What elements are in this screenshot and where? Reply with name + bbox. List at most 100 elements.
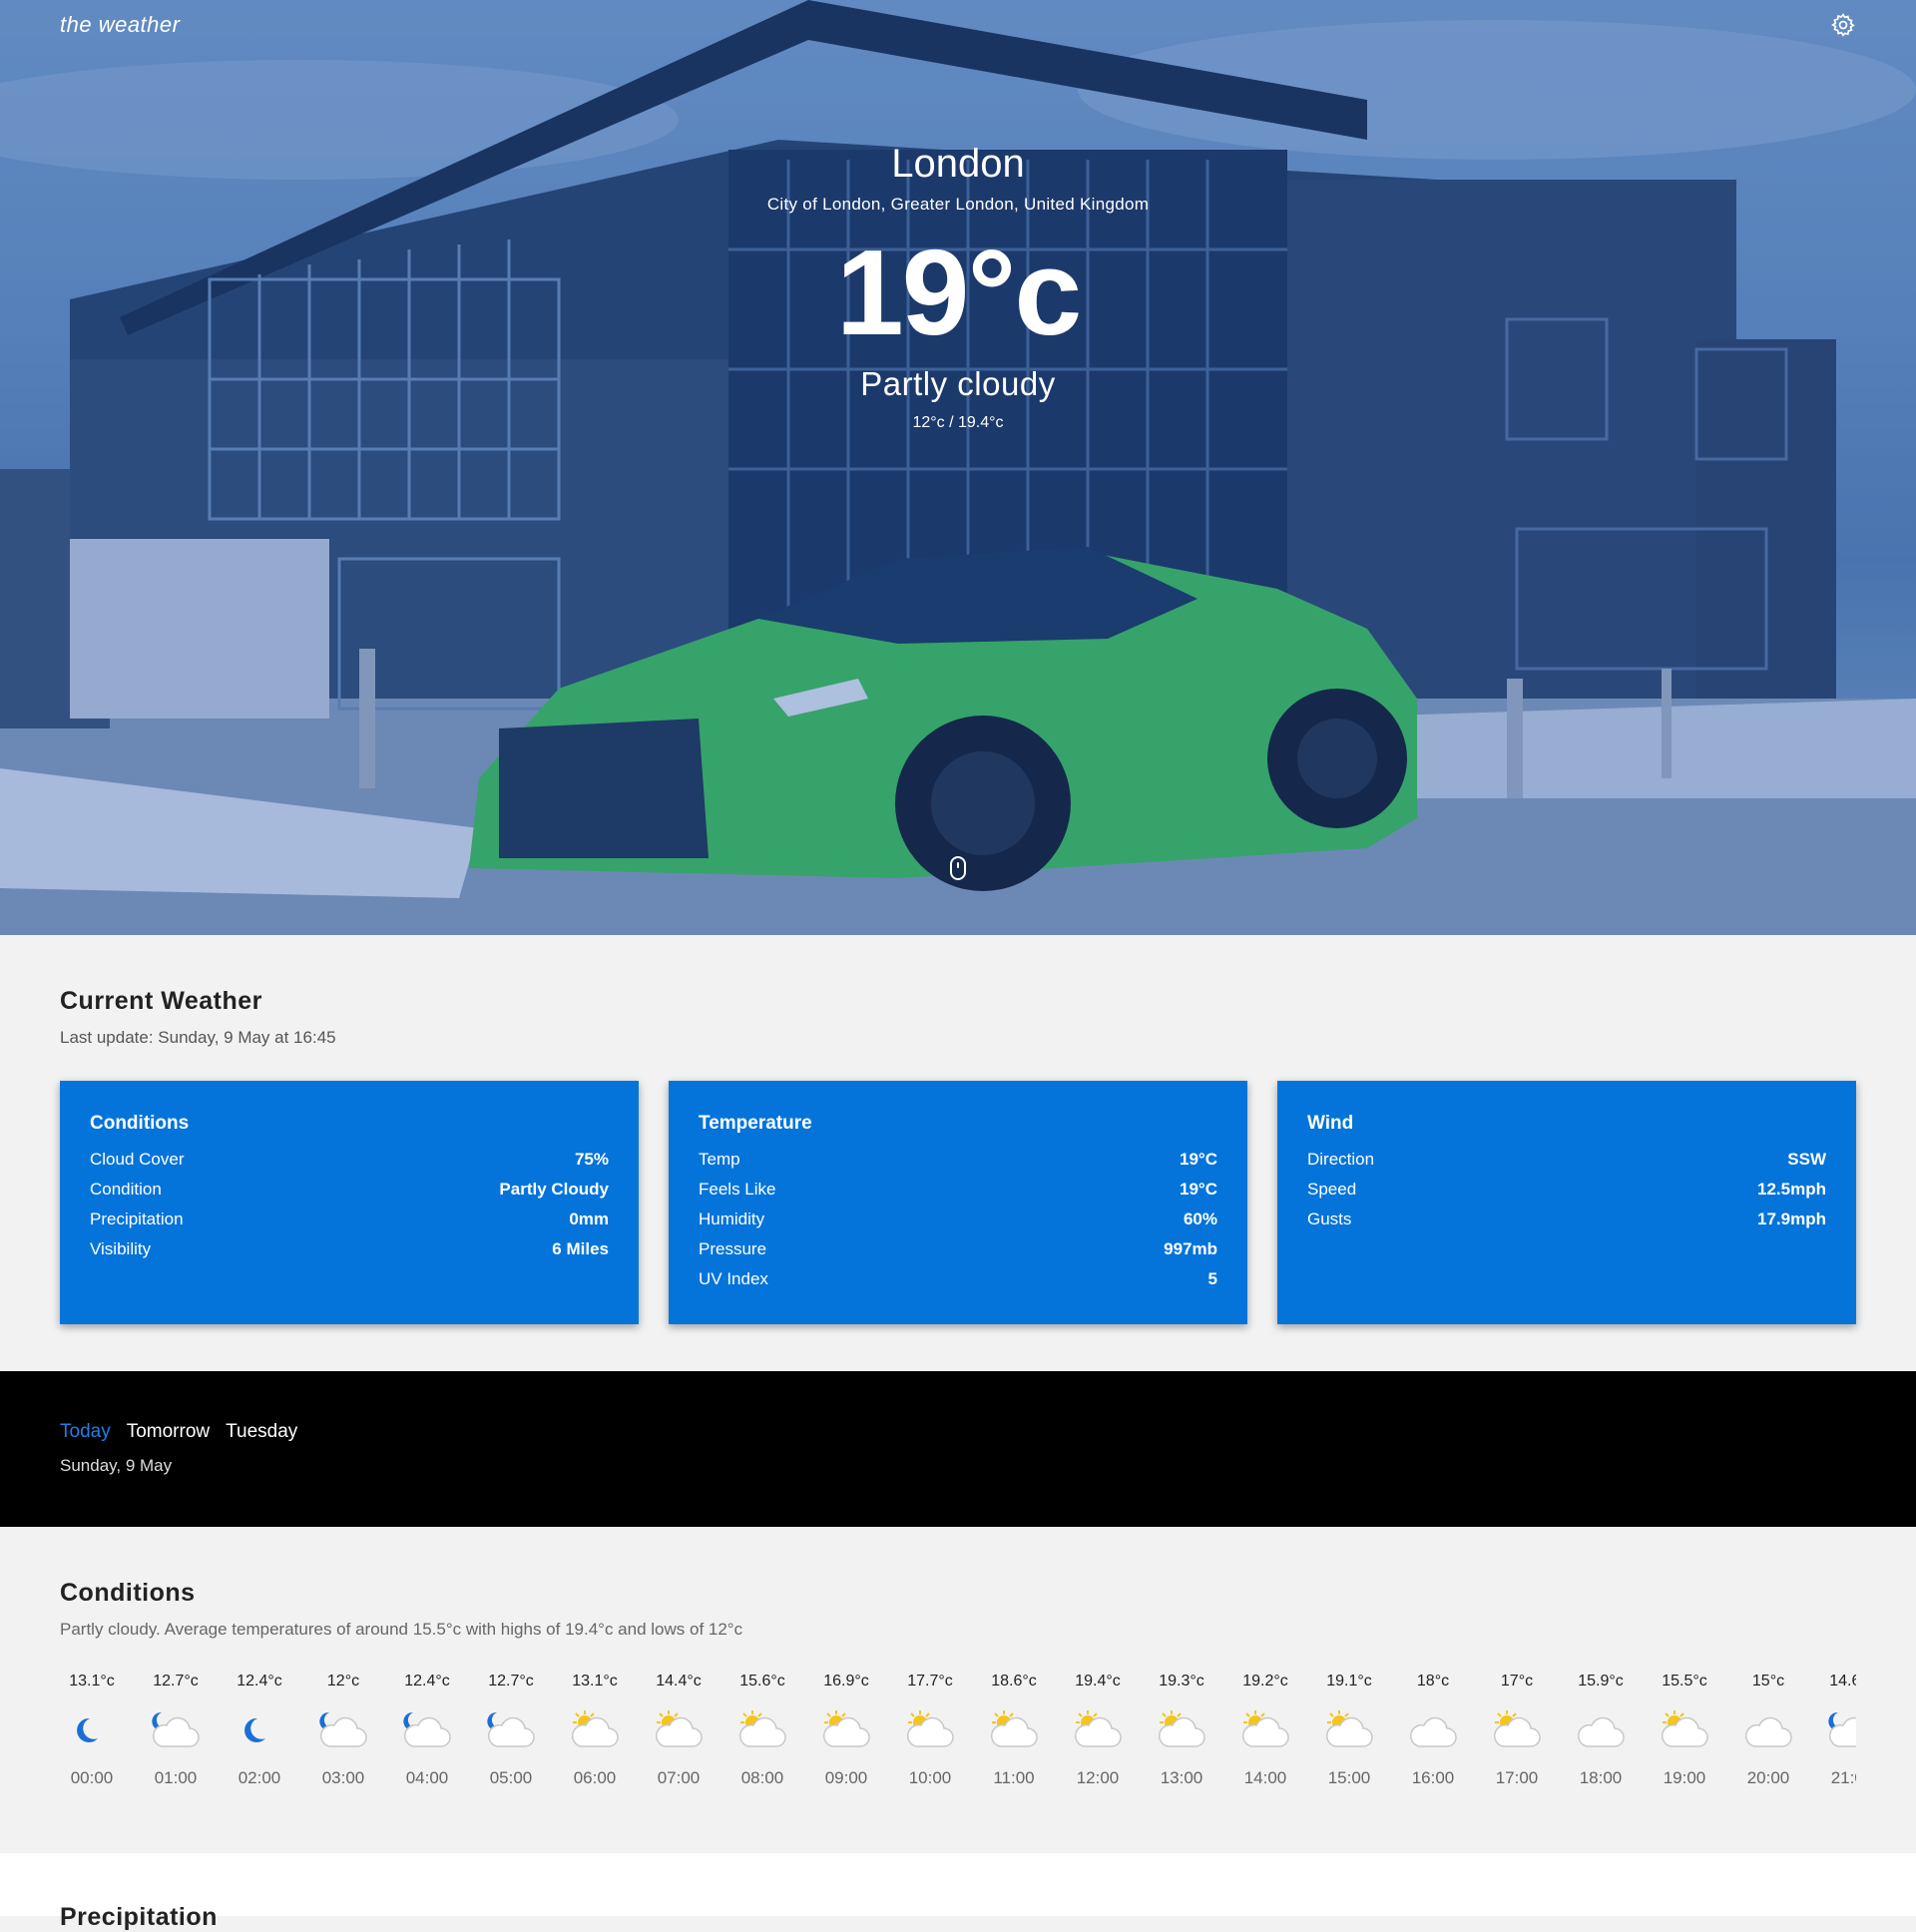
row-label: Visibility bbox=[90, 1239, 152, 1258]
hour-item: 19.2°c 14:00 bbox=[1233, 1673, 1297, 1788]
hour-item: 18°c 16:00 bbox=[1401, 1673, 1465, 1788]
conditions-summary: Partly cloudy. Average temperatures of a… bbox=[60, 1620, 743, 1639]
card-row-cloud-cover: Cloud Cover 75% bbox=[90, 1145, 609, 1175]
card-title: Wind bbox=[1307, 1113, 1354, 1134]
cloud-icon bbox=[1405, 1708, 1461, 1754]
card-title: Temperature bbox=[699, 1113, 812, 1134]
partly-sunny-icon bbox=[1154, 1708, 1209, 1754]
hour-temperature: 12.4°c bbox=[237, 1673, 282, 1690]
row-label: Gusts bbox=[1307, 1209, 1352, 1228]
hour-item: 19.1°c 15:00 bbox=[1317, 1673, 1381, 1788]
row-value: 12.5mph bbox=[1757, 1180, 1826, 1199]
row-label: Condition bbox=[90, 1180, 162, 1199]
row-value: 75% bbox=[574, 1150, 609, 1169]
precipitation-section: Precipitation bbox=[0, 1853, 1916, 1931]
row-label: Feels Like bbox=[699, 1180, 776, 1199]
day-selector-bar: Today Tomorrow Tuesday Sunday, 9 May bbox=[0, 1371, 1916, 1527]
card-row-condition: Condition Partly Cloudy bbox=[90, 1175, 609, 1205]
location-region: City of London, Greater London, United K… bbox=[766, 195, 1150, 214]
hour-item: 14.4°c 07:00 bbox=[647, 1673, 711, 1788]
hour-item: 15°c 20:00 bbox=[1736, 1673, 1800, 1788]
last-update: Last update: Sunday, 9 May at 16:45 bbox=[60, 1028, 336, 1047]
card-row-temp: Temp 19°C bbox=[699, 1145, 1217, 1175]
hour-time: 14:00 bbox=[1243, 1768, 1287, 1787]
moon-icon bbox=[64, 1708, 120, 1754]
row-value: Partly Cloudy bbox=[499, 1180, 609, 1199]
card-row-precipitation: Precipitation 0mm bbox=[90, 1205, 609, 1234]
row-label: Speed bbox=[1307, 1180, 1357, 1199]
cloudy-night-icon bbox=[148, 1708, 204, 1754]
partly-sunny-icon bbox=[986, 1708, 1042, 1754]
cloudy-night-icon bbox=[483, 1708, 539, 1754]
temperature-card: Temperature Temp 19°C Feels Like 19°C Humi… bbox=[669, 1081, 1247, 1324]
partly-sunny-icon bbox=[1657, 1708, 1712, 1754]
hour-item: 14.6°c 21:00 bbox=[1820, 1673, 1856, 1788]
hour-time: 20:00 bbox=[1746, 1768, 1790, 1787]
hour-temperature: 17°c bbox=[1500, 1673, 1534, 1690]
row-value: 17.9mph bbox=[1757, 1209, 1826, 1228]
hour-item: 12.4°c 02:00 bbox=[228, 1673, 291, 1788]
partly-sunny-icon bbox=[1070, 1708, 1126, 1754]
hour-temperature: 19.4°c bbox=[1075, 1673, 1121, 1690]
location-city: London bbox=[891, 142, 1025, 186]
hour-time: 00:00 bbox=[70, 1768, 114, 1787]
hour-time: 19:00 bbox=[1663, 1768, 1706, 1787]
hour-time: 04:00 bbox=[405, 1768, 449, 1787]
hour-time: 15:00 bbox=[1327, 1768, 1371, 1787]
brand-logo[interactable]: the weather bbox=[60, 12, 180, 38]
partly-sunny-icon bbox=[734, 1708, 790, 1754]
row-label: Humidity bbox=[699, 1209, 765, 1228]
partly-sunny-icon bbox=[651, 1708, 707, 1754]
hour-time: 08:00 bbox=[740, 1768, 784, 1787]
partly-sunny-icon bbox=[567, 1708, 623, 1754]
temperature-range: 12°c / 19.4°c bbox=[912, 414, 1004, 431]
partly-sunny-icon bbox=[1321, 1708, 1377, 1754]
cloudy-night-icon bbox=[1824, 1708, 1856, 1754]
hour-item: 19.4°c 12:00 bbox=[1066, 1673, 1130, 1788]
hour-temperature: 15.5°c bbox=[1662, 1673, 1707, 1690]
hour-item: 13.1°c 00:00 bbox=[60, 1673, 124, 1788]
card-row-direction: Direction SSW bbox=[1307, 1145, 1826, 1175]
scroll-down-mouse-icon[interactable] bbox=[950, 856, 966, 880]
hour-temperature: 12°c bbox=[326, 1673, 360, 1690]
hour-time: 09:00 bbox=[824, 1768, 868, 1787]
hour-item: 17.7°c 10:00 bbox=[898, 1673, 962, 1788]
selected-day-date: Sunday, 9 May bbox=[60, 1456, 173, 1475]
hour-time: 11:00 bbox=[993, 1768, 1035, 1787]
row-value: 6 Miles bbox=[552, 1239, 609, 1258]
hour-item: 12.7°c 01:00 bbox=[144, 1673, 208, 1788]
row-label: Direction bbox=[1307, 1150, 1375, 1169]
card-row-visibility: Visibility 6 Miles bbox=[90, 1234, 609, 1264]
card-row-feels-like: Feels Like 19°C bbox=[699, 1175, 1217, 1205]
hour-temperature: 13.1°c bbox=[69, 1673, 115, 1690]
hour-temperature: 14.4°c bbox=[656, 1673, 702, 1690]
row-value: 5 bbox=[1207, 1269, 1217, 1288]
hour-temperature: 15.9°c bbox=[1578, 1673, 1624, 1690]
hour-time: 16:00 bbox=[1411, 1768, 1455, 1787]
hourly-forecast-strip[interactable]: 13.1°c 00:00 12.7°c 01:00 12.4°c 02:00 12°c 03:… bbox=[60, 1673, 1856, 1822]
tab-tomorrow[interactable]: Tomorrow bbox=[127, 1421, 210, 1443]
hour-temperature: 17.7°c bbox=[907, 1673, 953, 1690]
hour-temperature: 13.1°c bbox=[572, 1673, 618, 1690]
row-label: Pressure bbox=[699, 1239, 767, 1258]
hour-temperature: 14.6°c bbox=[1829, 1673, 1856, 1690]
tab-today[interactable]: Today bbox=[60, 1421, 111, 1443]
section-title: Precipitation bbox=[60, 1903, 218, 1931]
tab-tuesday[interactable]: Tuesday bbox=[226, 1421, 297, 1443]
card-row-uv-index: UV Index 5 bbox=[699, 1264, 1217, 1294]
partly-sunny-icon bbox=[902, 1708, 958, 1754]
current-temperature: 19°c bbox=[835, 225, 1082, 360]
partly-sunny-icon bbox=[1489, 1708, 1545, 1754]
hour-time: 21:00 bbox=[1830, 1768, 1856, 1787]
settings-gear-icon[interactable] bbox=[1830, 12, 1856, 38]
hour-time: 01:00 bbox=[154, 1768, 198, 1787]
hourly-conditions-section: Conditions Partly cloudy. Average temper… bbox=[0, 1527, 1916, 1853]
hour-temperature: 19.2°c bbox=[1242, 1673, 1288, 1690]
row-value: 19°C bbox=[1180, 1150, 1217, 1169]
hero-tint-overlay bbox=[0, 0, 1916, 935]
conditions-card: Conditions Cloud Cover 75% Condition Partl… bbox=[60, 1081, 639, 1324]
hour-item: 19.3°c 13:00 bbox=[1150, 1673, 1213, 1788]
hour-temperature: 12.7°c bbox=[488, 1673, 534, 1690]
hero-banner: the weather London City of London, Great… bbox=[0, 0, 1916, 935]
hour-time: 13:00 bbox=[1160, 1768, 1203, 1787]
